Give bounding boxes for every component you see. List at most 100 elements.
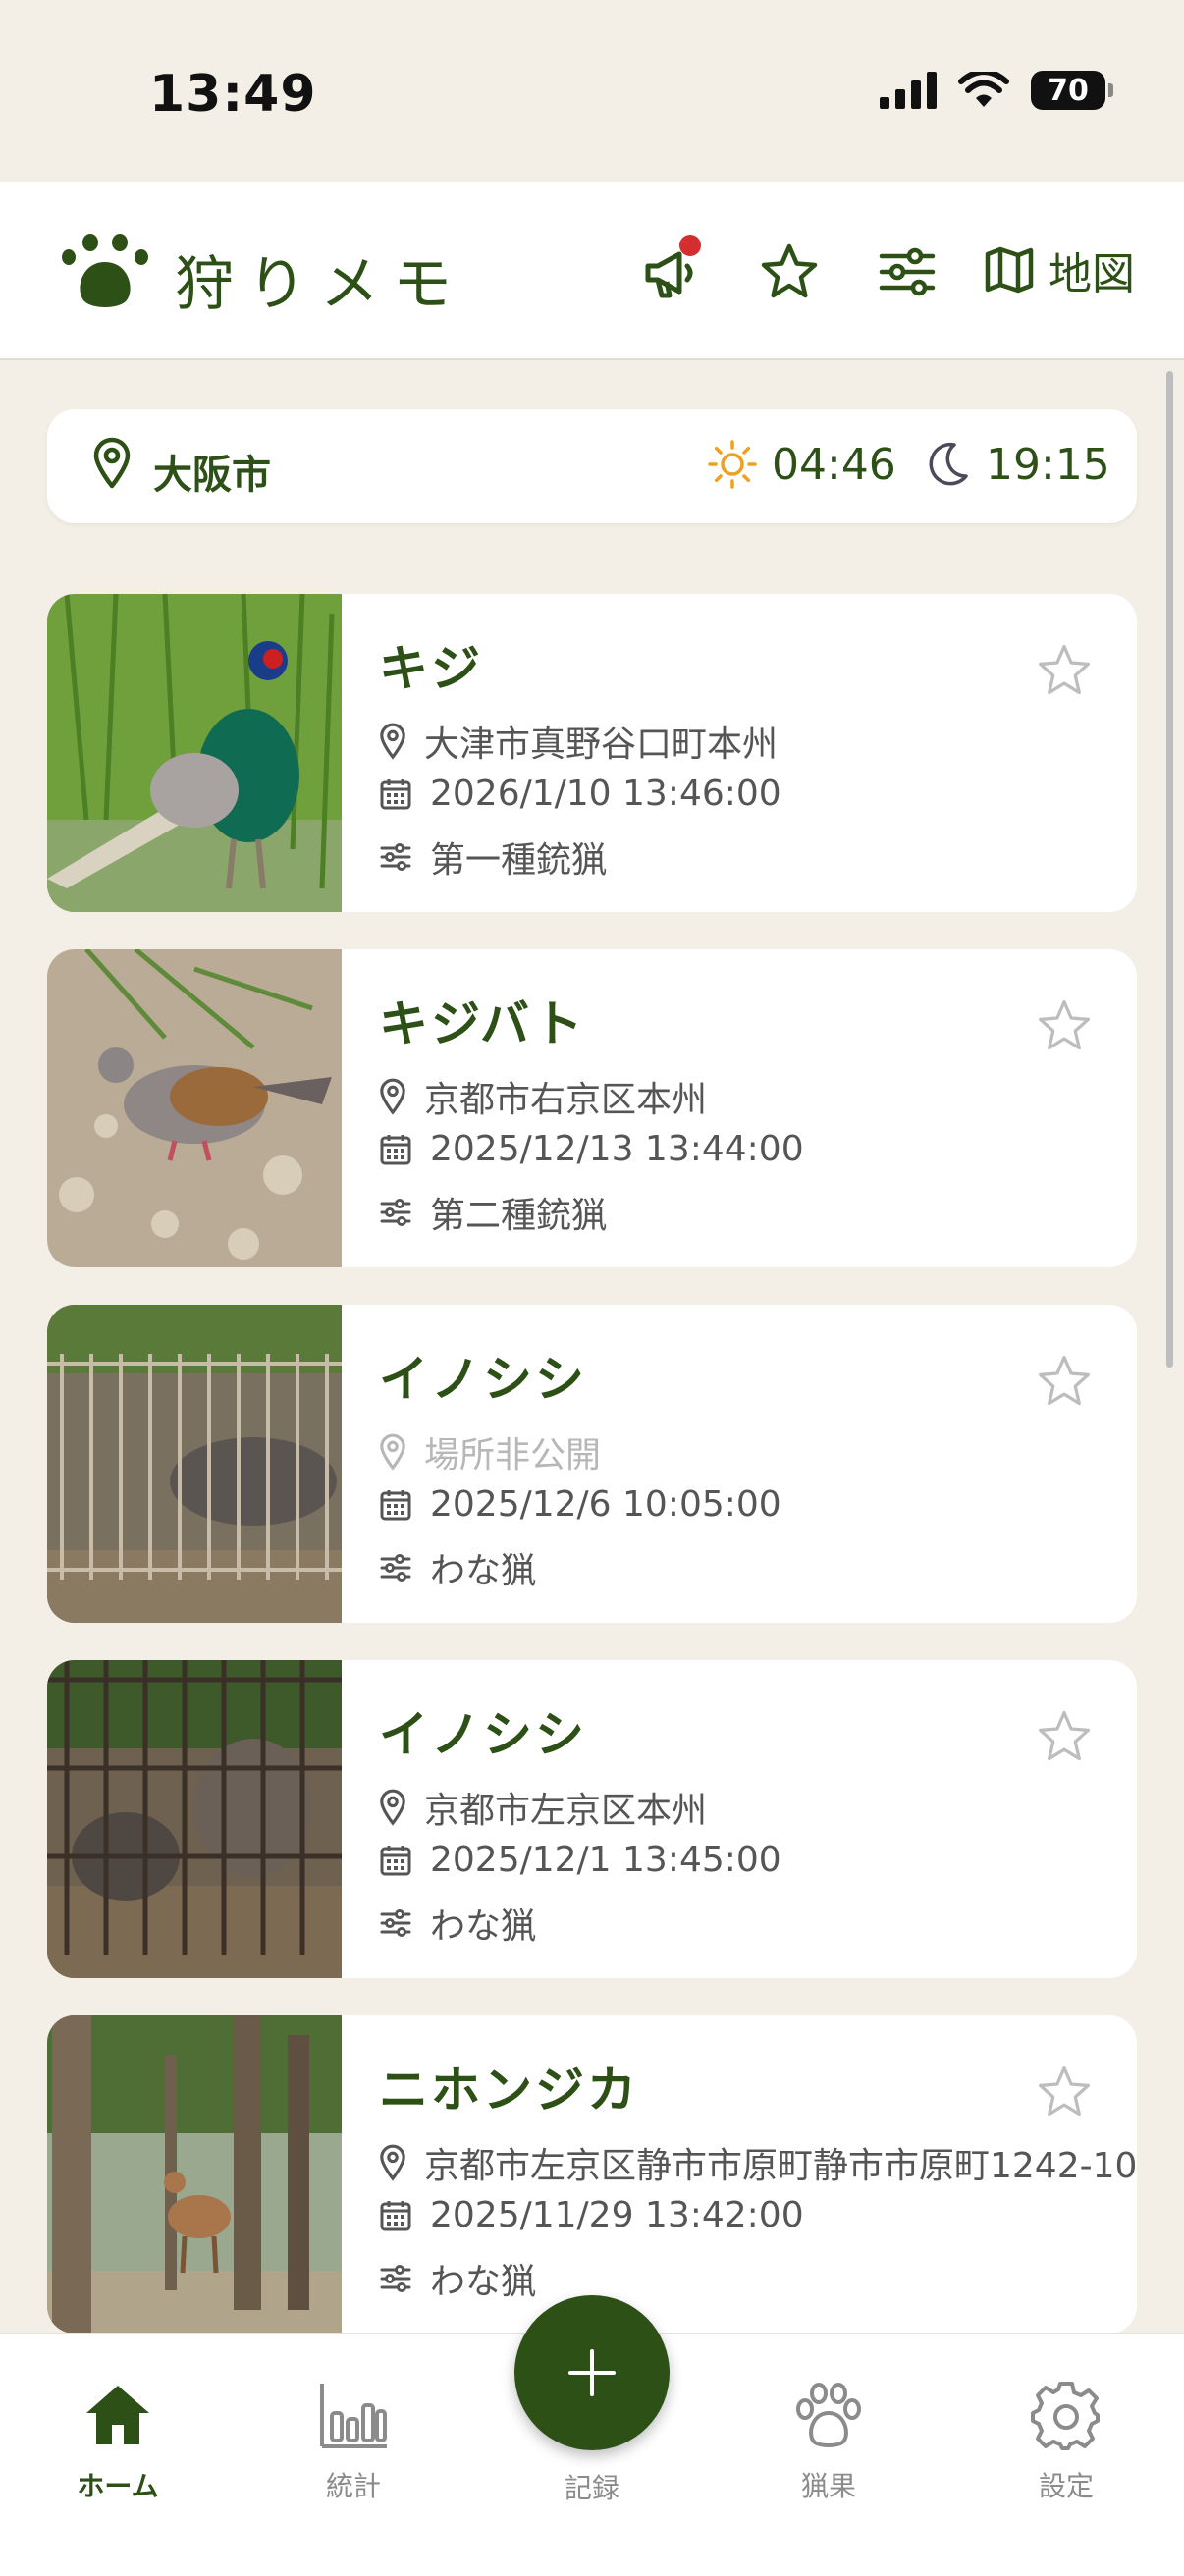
wifi-icon	[958, 72, 1009, 107]
record-method-text: 第一種銃猟	[430, 840, 608, 881]
record-list: キジ 大津市真野谷口町本州 2026/1/10 13:46:00 第一種銃猟 キ…	[47, 594, 1137, 2371]
record-title: キジバト	[379, 995, 586, 1052]
record-title: イノシシ	[379, 1706, 587, 1763]
record-photo-boar-cage	[47, 1305, 342, 1623]
favorite-star-icon[interactable]	[1035, 2063, 1094, 2121]
calendar-icon	[380, 2200, 411, 2230]
record-card[interactable]: キジバト 京都市右京区本州 2025/12/13 13:44:00 第二種銃猟	[47, 949, 1137, 1267]
sliders-icon	[380, 1554, 411, 1582]
paw-logo-icon	[62, 234, 148, 307]
record-datetime: 2026/1/10 13:46:00	[379, 774, 781, 814]
record-datetime-text: 2025/12/6 10:05:00	[430, 1484, 781, 1525]
nav-stats[interactable]: 統計	[285, 2380, 422, 2504]
sliders-icon	[380, 1909, 411, 1937]
record-title: イノシシ	[379, 1351, 587, 1408]
location-pin-icon	[380, 723, 405, 760]
record-title: ニホンジカ	[379, 2062, 639, 2119]
favorite-star-icon[interactable]	[1035, 1707, 1094, 1766]
record-location: 場所非公開	[379, 1426, 601, 1477]
record-method: わな猟	[379, 1542, 536, 1593]
nav-home[interactable]: ホーム	[49, 2380, 187, 2504]
sunrise-info: 04:46	[707, 439, 896, 490]
record-card[interactable]: イノシシ 京都市左京区本州 2025/12/1 13:45:00 わな猟	[47, 1660, 1137, 1978]
status-time: 13:49	[149, 65, 317, 124]
battery-level: 70	[1048, 73, 1089, 108]
app-title: 狩りメモ	[175, 250, 465, 319]
map-label: 地図	[1049, 249, 1135, 299]
add-record-label: 記録	[564, 2472, 619, 2504]
record-method: わな猟	[379, 1898, 536, 1949]
battery-icon: 70	[1031, 71, 1113, 110]
star-outline-icon	[761, 243, 818, 298]
record-photo-pheasant	[47, 594, 342, 912]
location-pin-icon	[380, 2144, 405, 2181]
nav-game-label: 猟果	[800, 2470, 856, 2502]
record-datetime: 2025/12/1 13:45:00	[379, 1840, 781, 1880]
sliders-icon	[879, 247, 936, 296]
record-photo-boars-cage	[47, 1660, 342, 1978]
record-location-text: 京都市右京区本州	[424, 1080, 708, 1120]
calendar-icon	[380, 1489, 411, 1520]
moon-icon	[929, 442, 968, 486]
record-method-text: わな猟	[430, 1906, 537, 1947]
record-datetime-text: 2025/12/13 13:44:00	[430, 1129, 804, 1169]
record-card[interactable]: イノシシ 場所非公開 2025/12/6 10:05:00 わな猟	[47, 1305, 1137, 1623]
record-method: わな猟	[379, 2253, 536, 2304]
add-record-button[interactable]	[514, 2295, 670, 2450]
record-location-text: 大津市真野谷口町本州	[424, 724, 779, 765]
sun-icon	[708, 440, 757, 489]
nav-settings[interactable]: 設定	[997, 2380, 1135, 2504]
announcement-button[interactable]	[640, 235, 703, 303]
record-photo-dove	[47, 949, 342, 1267]
calendar-icon	[380, 1134, 411, 1164]
sunset-info: 19:15	[921, 439, 1110, 490]
location-pin-icon	[380, 1078, 405, 1115]
status-bar: 13:49 70	[0, 0, 1184, 182]
sunrise-time: 04:46	[772, 439, 896, 490]
record-datetime-text: 2026/1/10 13:46:00	[430, 774, 781, 814]
plus-icon	[568, 2349, 616, 2396]
app-header: 狩りメモ 地図	[0, 182, 1184, 360]
record-datetime: 2025/12/13 13:44:00	[379, 1129, 804, 1169]
record-method: 第一種銃猟	[379, 832, 607, 883]
record-photo-deer	[47, 2015, 342, 2334]
record-card[interactable]: キジ 大津市真野谷口町本州 2026/1/10 13:46:00 第一種銃猟	[47, 594, 1137, 912]
favorite-star-icon[interactable]	[1035, 996, 1094, 1055]
record-location: 京都市右京区本州	[379, 1071, 707, 1122]
map-icon	[985, 246, 1034, 294]
favorite-star-icon[interactable]	[1035, 641, 1094, 700]
bar-chart-icon	[320, 2384, 387, 2448]
record-title: キジ	[379, 640, 483, 697]
record-location: 大津市真野谷口町本州	[379, 716, 778, 767]
calendar-icon	[380, 1845, 411, 1875]
home-icon	[86, 2386, 149, 2444]
nav-settings-label: 設定	[1038, 2470, 1094, 2502]
calendar-icon	[380, 778, 411, 809]
sliders-icon	[380, 1199, 411, 1226]
record-location-text: 場所非公開	[424, 1435, 602, 1476]
filter-button[interactable]	[876, 241, 939, 303]
nav-home-label: ホーム	[77, 2470, 159, 2502]
record-location-text: 京都市左京区本州	[424, 1791, 708, 1831]
record-datetime: 2025/11/29 13:42:00	[379, 2195, 804, 2235]
map-button[interactable]: 地図	[984, 239, 1135, 301]
favorites-button[interactable]	[758, 241, 821, 303]
favorite-star-icon[interactable]	[1035, 1352, 1094, 1411]
location-bar[interactable]: 大阪市 04:46 19:15	[47, 409, 1137, 523]
status-icons: 70	[880, 71, 1113, 110]
nav-game[interactable]: 猟果	[760, 2380, 897, 2504]
record-location: 京都市左京区静市市原町静市市原町1242-10	[379, 2137, 1137, 2188]
record-datetime: 2025/12/6 10:05:00	[379, 1484, 781, 1525]
signal-icon	[880, 72, 937, 109]
record-datetime-text: 2025/11/29 13:42:00	[430, 2195, 804, 2235]
location-pin-icon	[93, 437, 131, 489]
record-method: 第二種銃猟	[379, 1187, 607, 1238]
record-location-text: 京都市左京区静市市原町静市市原町1242-10	[424, 2146, 1137, 2186]
paw-icon	[796, 2383, 861, 2447]
notification-dot	[679, 235, 701, 256]
location-pin-icon	[380, 1433, 405, 1471]
location-city: 大阪市	[153, 453, 271, 498]
scrollbar[interactable]	[1166, 371, 1173, 1368]
sunset-time: 19:15	[986, 439, 1110, 490]
record-card[interactable]: ニホンジカ 京都市左京区静市市原町静市市原町1242-10 2025/11/29…	[47, 2015, 1137, 2334]
